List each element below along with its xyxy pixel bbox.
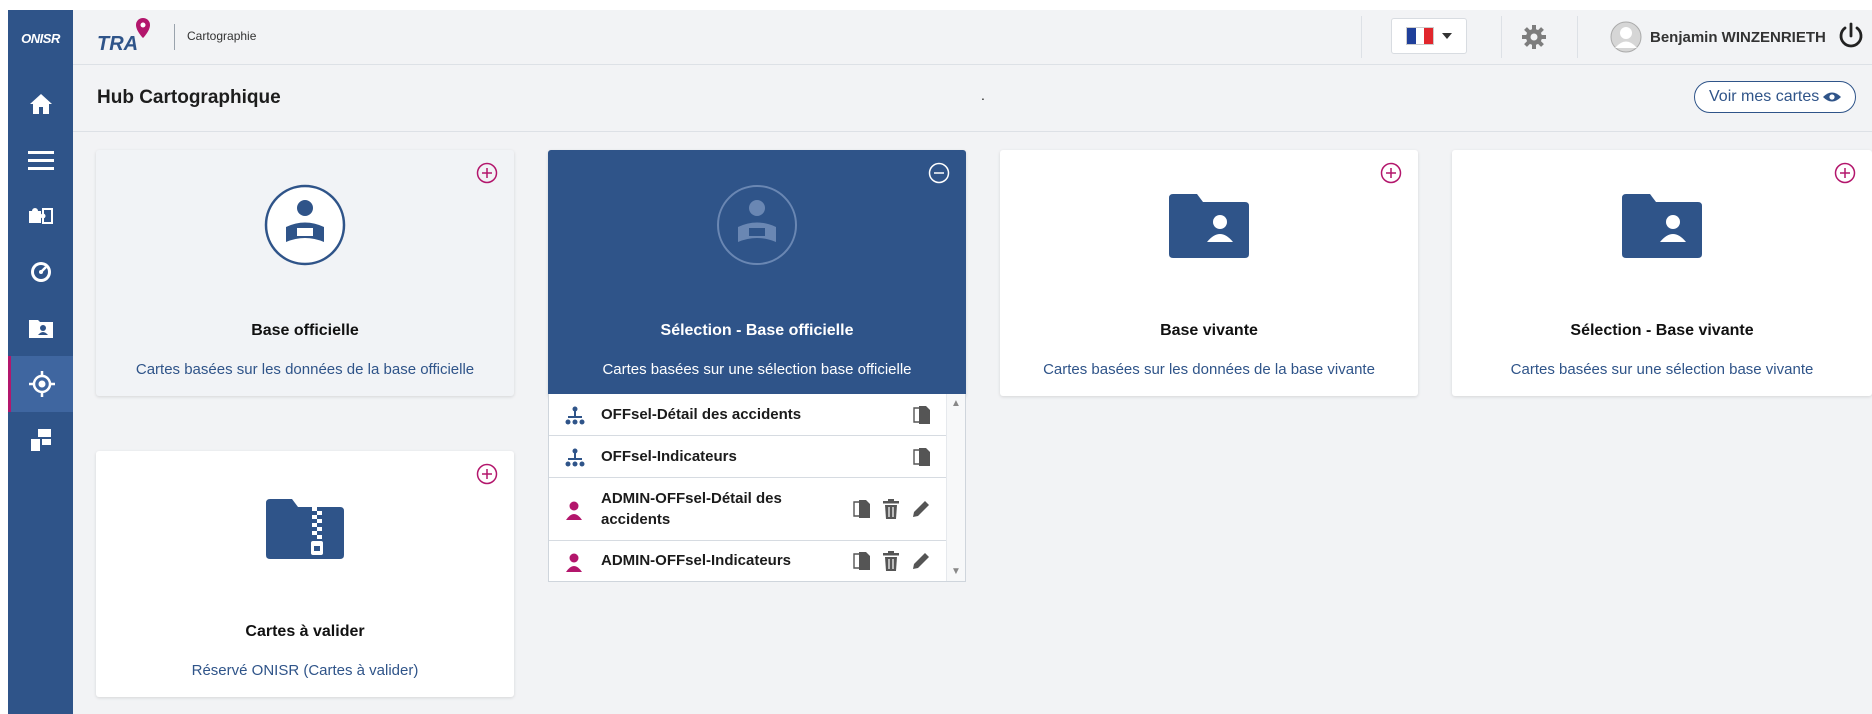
sidebar-item-menu[interactable] <box>8 132 73 188</box>
card-title: Cartes à valider <box>245 623 365 640</box>
list-item[interactable]: OFFsel-Indicateurs <box>549 436 947 478</box>
sidebar-item-folders[interactable] <box>8 300 73 356</box>
card-description: Cartes basées sur les données de la base… <box>135 361 475 378</box>
scroll-up-icon[interactable]: ▲ <box>951 398 961 409</box>
section-label: Cartographie <box>187 29 257 43</box>
list-item[interactable]: OFFsel-Détail des accidents <box>549 394 947 436</box>
expand-plus-icon[interactable] <box>476 463 498 485</box>
card-title: Base vivante <box>1160 322 1258 339</box>
hierarchy-icon <box>565 448 585 467</box>
folder-user-icon <box>28 320 53 338</box>
trash-icon[interactable] <box>883 551 899 571</box>
brand-divider <box>174 24 175 50</box>
copy-icon[interactable] <box>853 551 871 571</box>
card-cartes-a-valider[interactable]: Cartes à valider Réservé ONISR (Cartes à… <box>96 451 514 697</box>
card-title: Base officielle <box>251 322 359 339</box>
trash-icon[interactable] <box>883 499 899 519</box>
svg-text:TRA: TRA <box>97 33 138 55</box>
voir-mes-cartes-button[interactable]: Voir mes cartes <box>1694 81 1857 113</box>
sidebar-item-cartographie[interactable] <box>8 356 73 412</box>
flag-france-icon <box>1406 27 1434 45</box>
sidebar-item-network[interactable] <box>8 412 73 468</box>
user-icon <box>566 501 582 520</box>
expand-plus-icon[interactable] <box>1834 162 1856 184</box>
settings-button[interactable] <box>1519 22 1549 52</box>
eye-icon <box>1823 92 1842 102</box>
card-description: Cartes basées sur une sélection base off… <box>602 361 912 378</box>
sidebar-item-puzzle[interactable] <box>8 188 73 244</box>
reader-icon <box>717 185 797 265</box>
home-icon <box>29 94 52 114</box>
divider <box>1577 16 1578 58</box>
list-item-label: ADMIN-OFFsel-Indicateurs <box>601 552 792 569</box>
list-item[interactable]: ADMIN-OFFsel-Détail des accidents <box>549 478 947 541</box>
stray-dot: . <box>981 87 985 103</box>
page-title: Hub Cartographique <box>97 87 281 108</box>
hierarchy-icon <box>565 406 585 425</box>
list-item[interactable]: ADMIN-OFFsel-Indicateurs <box>549 541 947 582</box>
expand-plus-icon[interactable] <box>1380 162 1402 184</box>
caret-down-icon <box>1442 33 1452 39</box>
folder-user-icon <box>1169 194 1249 258</box>
card-description: Cartes basées sur une sélection base viv… <box>1510 361 1814 378</box>
list-item-label: OFFsel-Détail des accidents <box>601 406 802 423</box>
voir-mes-cartes-label: Voir mes cartes <box>1709 88 1820 105</box>
logout-button[interactable] <box>1837 22 1867 52</box>
language-select[interactable] <box>1391 18 1467 54</box>
divider <box>1361 16 1362 58</box>
avatar-icon <box>1610 21 1642 53</box>
zip-folder-icon <box>266 499 344 559</box>
gauge-icon <box>30 262 51 282</box>
list-scrollbar[interactable]: ▲ ▼ <box>946 394 965 581</box>
tra-logo[interactable]: TRA <box>97 14 157 58</box>
top-bar: TRA Cartographie Benjamin WINZENRIETH <box>73 10 1872 65</box>
copy-icon[interactable] <box>913 447 931 467</box>
expand-plus-icon[interactable] <box>476 162 498 184</box>
copy-icon[interactable] <box>913 405 931 425</box>
puzzle-icon <box>28 208 53 224</box>
copy-icon[interactable] <box>853 499 871 519</box>
network-icon <box>30 429 51 451</box>
list-item-label: OFFsel-Indicateurs <box>601 448 737 465</box>
card-base-officielle[interactable]: Base officielle Cartes basées sur les do… <box>96 150 514 396</box>
menu-icon <box>27 151 54 170</box>
sidebar-item-home[interactable] <box>8 76 73 132</box>
collapse-minus-icon[interactable] <box>928 162 950 184</box>
onisr-logo: ONISR <box>21 30 60 46</box>
gear-icon <box>1522 25 1546 49</box>
crosshair-icon <box>29 371 55 397</box>
card-title: Sélection - Base officielle <box>660 322 854 339</box>
page-header: Hub Cartographique . Voir mes cartes <box>73 65 1872 132</box>
card-selection-base-officielle[interactable]: Sélection - Base officielle Cartes basée… <box>548 150 966 396</box>
card-description: Cartes basées sur les données de la base… <box>1043 361 1375 378</box>
sidebar-item-dashboard[interactable] <box>8 244 73 300</box>
user-icon <box>566 553 582 572</box>
card-base-vivante[interactable]: Base vivante Cartes basées sur les donné… <box>1000 150 1418 396</box>
user-name: Benjamin WINZENRIETH <box>1650 28 1826 46</box>
power-icon <box>1839 22 1863 48</box>
user-menu[interactable]: Benjamin WINZENRIETH <box>1610 19 1826 55</box>
scroll-down-icon[interactable]: ▼ <box>951 566 961 577</box>
pencil-icon[interactable] <box>911 499 931 519</box>
card-description: Réservé ONISR (Cartes à valider) <box>191 662 419 679</box>
folder-user-icon <box>1622 194 1702 258</box>
reader-icon <box>264 184 346 266</box>
divider <box>1501 16 1502 58</box>
list-item-label: ADMIN-OFFsel-Détail des accidents <box>601 490 782 528</box>
sidebar: ONISR <box>8 10 73 714</box>
selection-map-list: OFFsel-Détail des accidents OFFsel-Indic… <box>548 394 966 582</box>
card-selection-base-vivante[interactable]: Sélection - Base vivante Cartes basées s… <box>1452 150 1872 396</box>
card-title: Sélection - Base vivante <box>1570 322 1754 339</box>
content-area: Base officielle Cartes basées sur les do… <box>73 132 1872 714</box>
pencil-icon[interactable] <box>911 551 931 571</box>
